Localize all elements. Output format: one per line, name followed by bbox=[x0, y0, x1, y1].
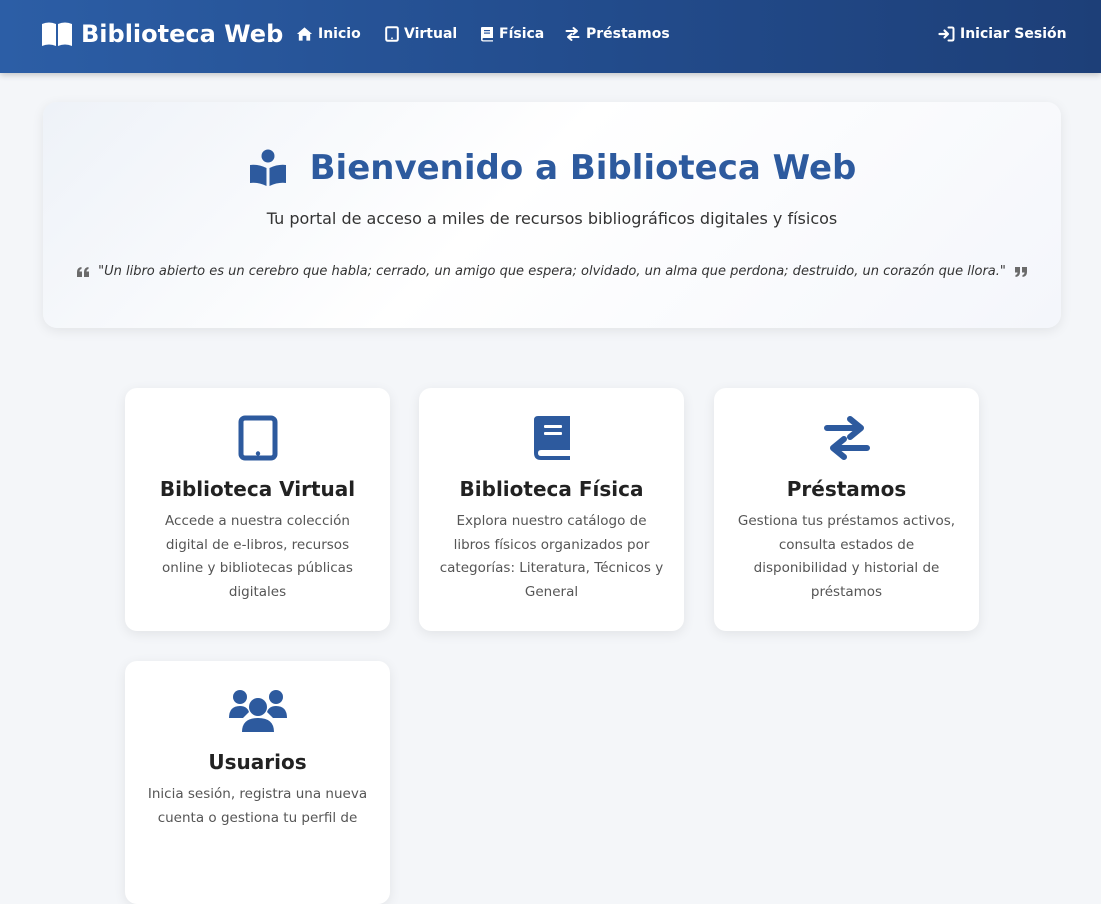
quote-right-icon bbox=[1014, 266, 1027, 277]
card-icon-wrap bbox=[419, 415, 684, 461]
open-book-icon bbox=[42, 22, 72, 46]
hero-heading: Bienvenido a Biblioteca Web bbox=[43, 148, 1061, 188]
nav-label: Inicio bbox=[318, 26, 361, 42]
home-icon bbox=[296, 27, 313, 41]
book-reader-icon bbox=[249, 149, 286, 186]
login-link[interactable]: Iniciar Sesión bbox=[938, 24, 1067, 44]
nav-link-prestamos[interactable]: Préstamos bbox=[564, 24, 670, 44]
book-icon bbox=[481, 27, 493, 42]
users-icon bbox=[228, 690, 287, 732]
card-icon-wrap bbox=[714, 415, 979, 461]
card-title: Préstamos bbox=[786, 477, 907, 501]
navbar: Biblioteca Web Inicio Virtual Física Pré… bbox=[0, 0, 1101, 73]
login-label: Iniciar Sesión bbox=[960, 26, 1067, 42]
tablet-icon bbox=[385, 26, 399, 42]
card-prestamos[interactable]: Préstamos Gestiona tus préstamos activos… bbox=[714, 388, 979, 631]
hero-quote: "Un libro abierto es un cerebro que habl… bbox=[43, 264, 1061, 279]
brand-text: Biblioteca Web bbox=[81, 20, 284, 48]
card-title: Biblioteca Virtual bbox=[159, 477, 356, 501]
card-usuarios[interactable]: Usuarios Inicia sesión, registra una nue… bbox=[125, 661, 390, 904]
nav-link-fisica[interactable]: Física bbox=[480, 24, 544, 44]
card-description: Gestiona tus préstamos activos, consulta… bbox=[737, 513, 956, 600]
quote-text: "Un libro abierto es un cerebro que habl… bbox=[98, 264, 1006, 279]
card-biblioteca-virtual[interactable]: Biblioteca Virtual Accede a nuestra cole… bbox=[125, 388, 390, 631]
card-description: Accede a nuestra colección digital de e-… bbox=[162, 513, 353, 600]
brand-link[interactable]: Biblioteca Web bbox=[41, 18, 283, 50]
card-icon-wrap bbox=[125, 688, 390, 734]
nav-label: Préstamos bbox=[586, 26, 670, 42]
card-title: Biblioteca Física bbox=[459, 477, 644, 501]
card-description: Inicia sesión, registra una nueva cuenta… bbox=[147, 786, 368, 826]
nav-label: Física bbox=[499, 26, 545, 42]
card-description: Explora nuestro catálogo de libros físic… bbox=[439, 513, 664, 600]
exchange-icon bbox=[823, 416, 870, 460]
quote-left-icon bbox=[77, 266, 90, 277]
card-biblioteca-fisica[interactable]: Biblioteca Física Explora nuestro catálo… bbox=[419, 388, 684, 631]
hero-section: Bienvenido a Biblioteca Web Tu portal de… bbox=[43, 102, 1061, 328]
card-title: Usuarios bbox=[208, 750, 307, 774]
nav-label: Virtual bbox=[404, 26, 458, 42]
book-icon bbox=[533, 416, 570, 460]
exchange-icon bbox=[565, 27, 580, 41]
card-icon-wrap bbox=[125, 415, 390, 461]
sign-in-icon bbox=[938, 26, 955, 42]
nav-link-virtual[interactable]: Virtual bbox=[385, 24, 457, 44]
hero-title: Bienvenido a Biblioteca Web bbox=[309, 148, 857, 188]
hero-subtitle: Tu portal de acceso a miles de recursos … bbox=[266, 209, 838, 228]
nav-link-inicio[interactable]: Inicio bbox=[296, 24, 361, 44]
tablet-icon bbox=[238, 415, 277, 461]
